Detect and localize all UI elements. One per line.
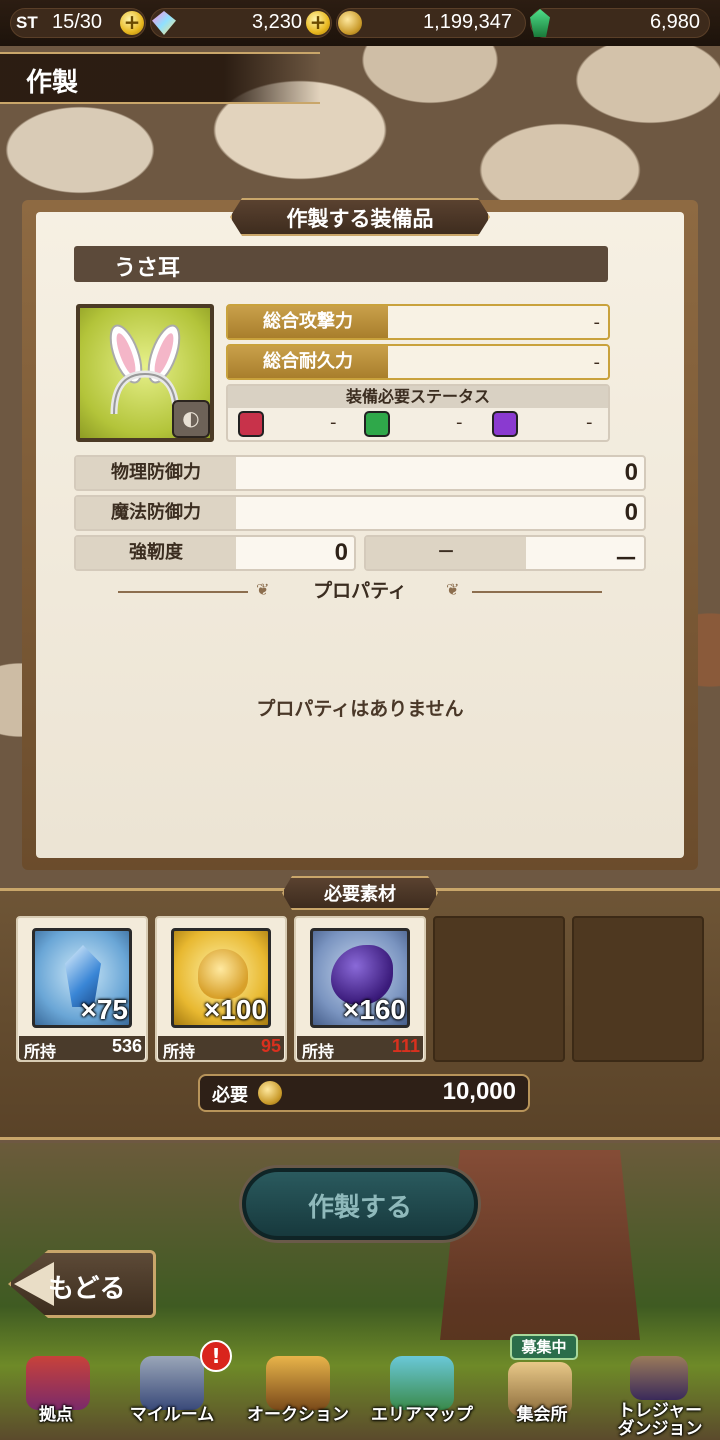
empty-material-slot <box>433 916 565 1062</box>
material-own-label: 所持 <box>24 1042 57 1061</box>
gems-plus-icon[interactable]: + <box>306 11 330 35</box>
nav-label-my-room: マイルーム <box>129 1405 215 1425</box>
alert-badge-icon: ! <box>200 1340 232 1372</box>
craft-button-label: 作製する <box>307 1193 412 1223</box>
strength-icon <box>238 411 264 437</box>
nav-label-area-map: エリアマップ <box>371 1405 473 1425</box>
nav-label-treasure-dungeon-line2: ダンジョン <box>617 1419 703 1439</box>
stat-value-attack: - <box>593 312 601 333</box>
helmet-slot-icon: ◐ <box>172 400 210 438</box>
character-cloak <box>440 1150 640 1340</box>
page-title: 作製 <box>26 68 79 98</box>
required-dexterity-value: - <box>456 412 463 433</box>
nav-label-auction: オークション <box>247 1405 349 1425</box>
gems-value: 3,230 <box>251 11 302 33</box>
material-own-value: 111 <box>391 1036 420 1056</box>
material-own-label: 所持 <box>302 1042 335 1061</box>
panel-title: 作製する装備品 <box>286 207 434 231</box>
gold-coin-icon <box>258 1081 282 1105</box>
stat-label-durability: 総合耐久力 <box>228 346 388 378</box>
recruiting-badge: 募集中 <box>510 1334 578 1360</box>
gold-coin-icon <box>338 11 362 35</box>
toughness-value: 0 <box>334 539 348 566</box>
empty-material-slot <box>572 916 704 1062</box>
toughness-extra-label: － <box>366 537 526 569</box>
required-status-label: 装備必要ステータス <box>228 386 608 408</box>
auction-hammer-icon <box>266 1356 330 1410</box>
required-strength-value: - <box>330 412 337 433</box>
back-button-label: もどる <box>48 1274 126 1304</box>
material-own-value: 95 <box>260 1036 281 1056</box>
treasure-dungeon-icon <box>630 1356 688 1400</box>
property-divider-right <box>472 591 602 593</box>
physical-defense-label: 物理防御力 <box>76 457 236 489</box>
cost-value: 10,000 <box>442 1078 516 1105</box>
toughness-extra-value: － <box>614 546 638 573</box>
stat-label-attack: 総合攻撃力 <box>228 306 388 338</box>
cost-label: 必要 <box>212 1085 248 1106</box>
base-icon <box>26 1356 90 1410</box>
required-magic-value: - <box>586 412 593 433</box>
material-qty: ×100 <box>203 994 267 1025</box>
stamina-plus-icon[interactable]: + <box>120 11 144 35</box>
toughness-label: 強靭度 <box>76 537 236 569</box>
magic-icon <box>492 411 518 437</box>
physical-defense-value: 0 <box>624 459 638 486</box>
gold-value: 1,199,347 <box>423 11 512 33</box>
stamina-value: 15/30 <box>52 11 103 33</box>
area-map-icon <box>390 1356 454 1410</box>
stat-value-durability: - <box>593 352 601 373</box>
nav-label-treasure-dungeon-line1: トレジャー <box>617 1401 703 1421</box>
material-own-label: 所持 <box>163 1042 196 1061</box>
material-own-value: 536 <box>111 1036 142 1056</box>
property-title: プロパティ <box>313 580 407 602</box>
materials-title: 必要素材 <box>324 884 396 905</box>
dexterity-icon <box>364 411 390 437</box>
stamina-label: ST <box>16 13 38 32</box>
property-empty-text: プロパティはありません <box>256 698 464 720</box>
magic-defense-label: 魔法防御力 <box>76 497 236 529</box>
my-room-icon <box>140 1356 204 1410</box>
property-divider-left <box>118 591 248 593</box>
material-qty: ×75 <box>80 994 129 1025</box>
magic-defense-value: 0 <box>624 499 638 526</box>
item-name: うさ耳 <box>114 256 181 281</box>
material-qty: ×160 <box>342 994 406 1025</box>
emerald-value: 6,980 <box>649 11 700 33</box>
